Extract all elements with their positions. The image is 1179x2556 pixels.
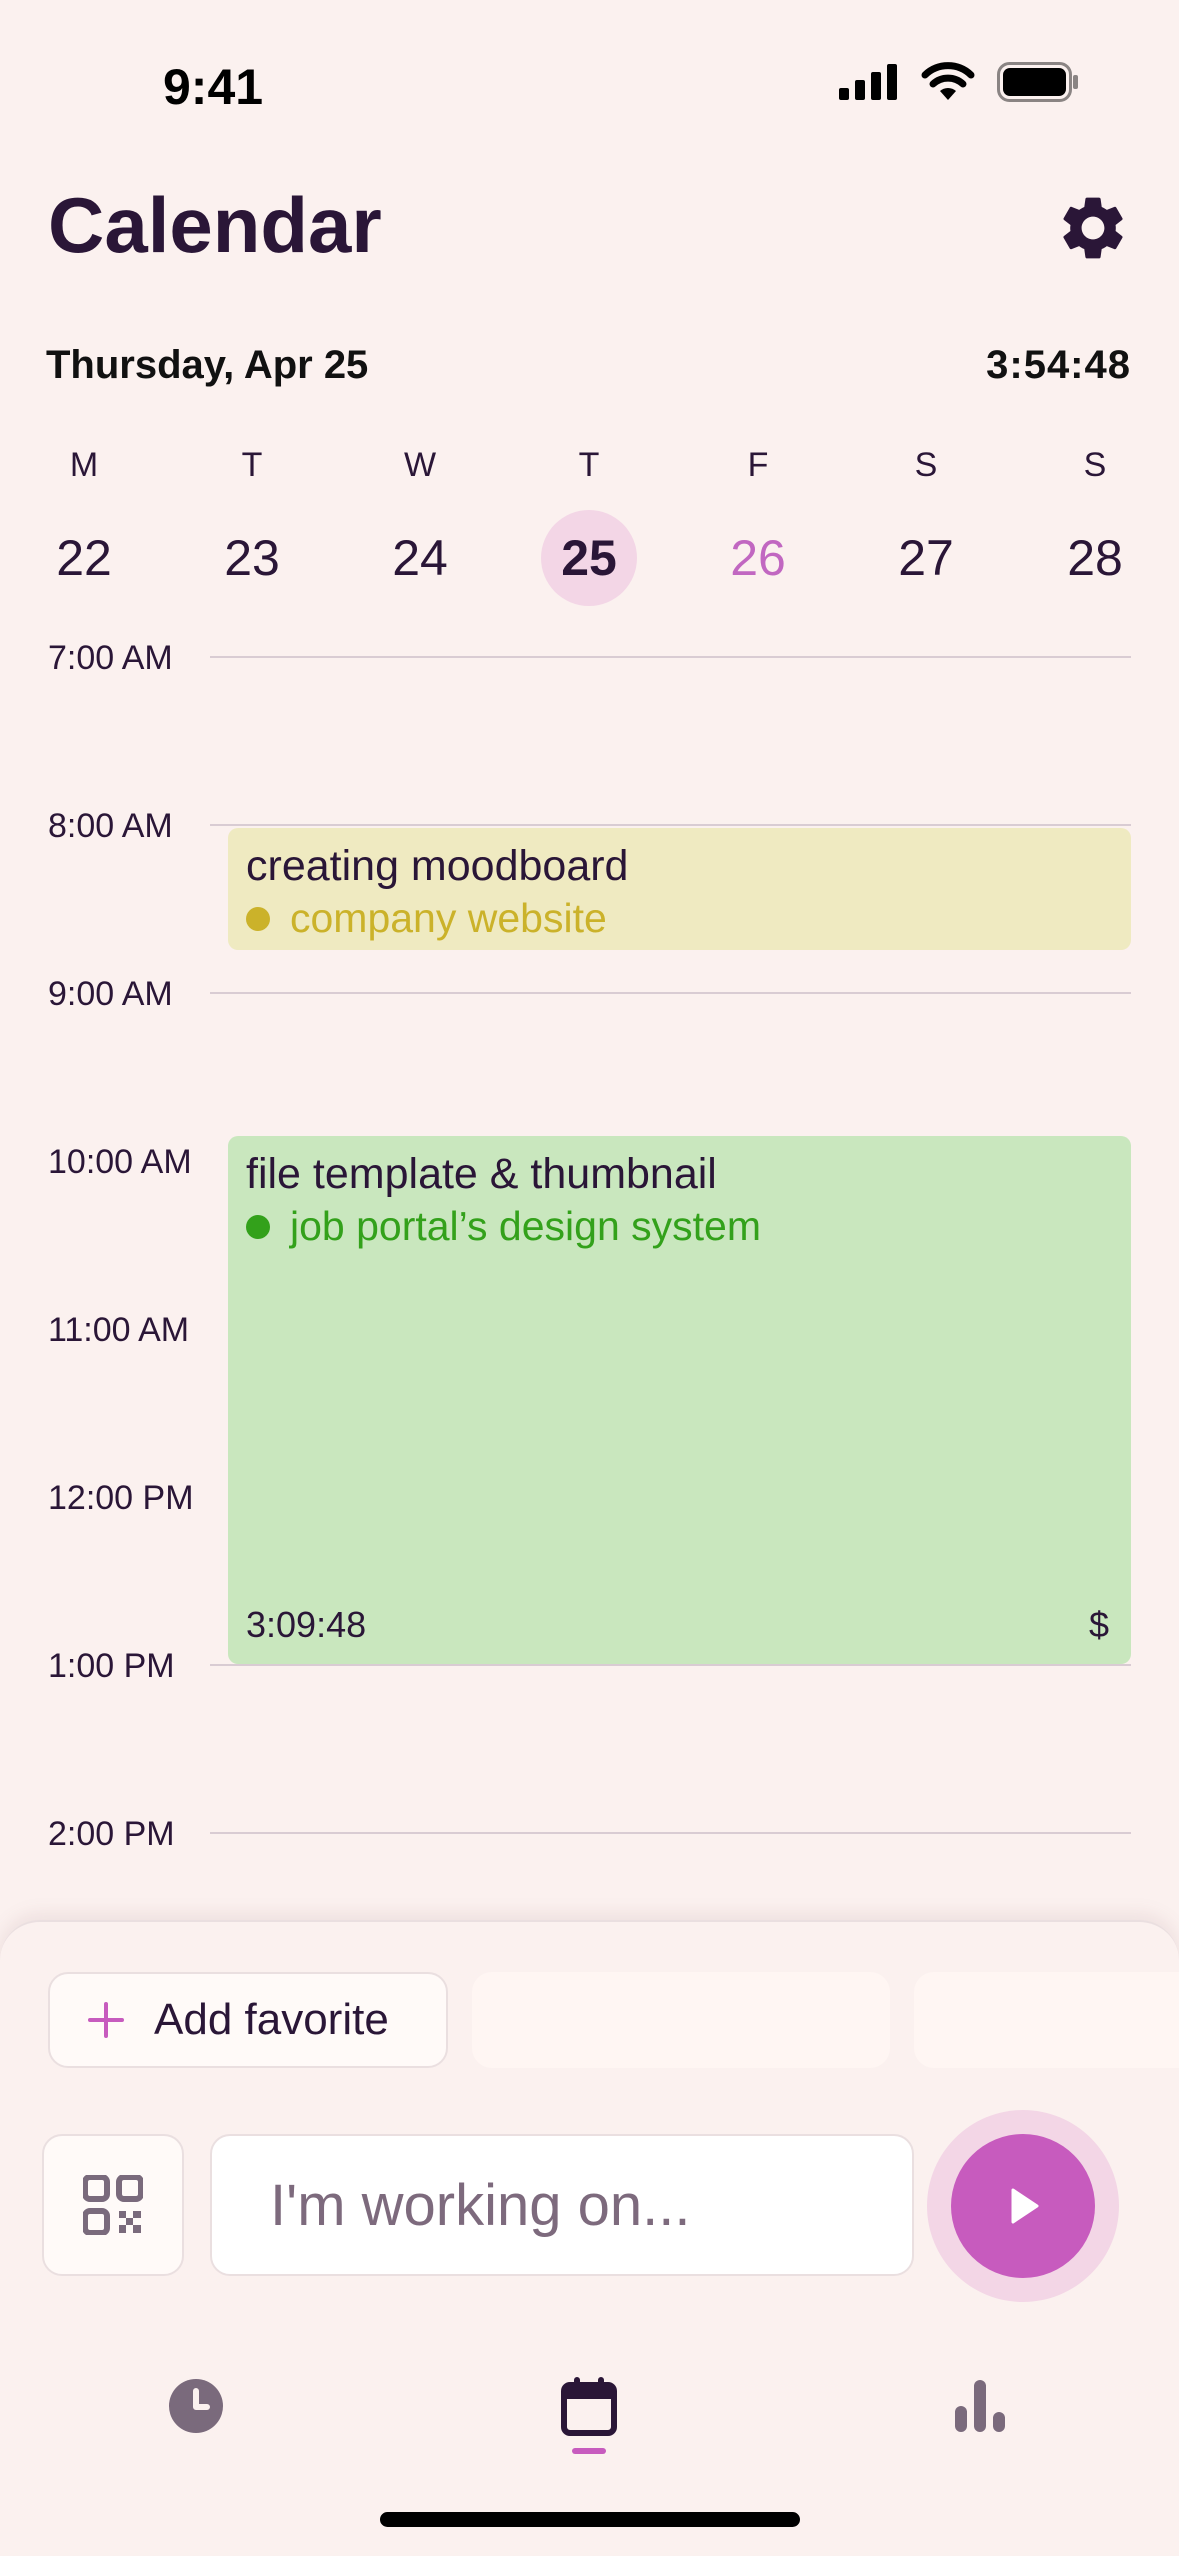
running-timer: 3:54:48 — [986, 343, 1131, 387]
favorite-slot[interactable] — [472, 1972, 890, 2068]
hour-label: 1:00 PM — [48, 1647, 175, 1685]
day-number: 28 — [1067, 530, 1123, 586]
day-number-selected: 25 — [541, 510, 637, 606]
day-number: 26 — [730, 530, 786, 586]
day-tuesday[interactable]: T 23 — [192, 440, 312, 606]
plus-icon — [88, 2002, 124, 2038]
event-footer: 3:09:48 $ — [246, 1604, 1109, 1646]
hour-line — [210, 656, 1131, 658]
day-letter: M — [69, 446, 99, 484]
gear-icon — [1063, 197, 1123, 259]
day-letter: T — [241, 446, 263, 484]
bar-chart-icon — [955, 2380, 1005, 2432]
status-time: 9:41 — [163, 59, 264, 115]
active-tab-indicator — [572, 2448, 606, 2454]
add-favorite-label: Add favorite — [154, 1995, 389, 2044]
hour-label: 9:00 AM — [48, 975, 173, 1013]
day-wednesday[interactable]: W 24 — [360, 440, 480, 606]
cellular-signal-icon — [839, 64, 897, 100]
day-sunday[interactable]: S 28 — [1035, 440, 1155, 606]
event-title: creating moodboard — [246, 842, 629, 890]
task-description-input[interactable]: I'm working on... — [210, 2134, 914, 2276]
day-letter: S — [1083, 446, 1107, 484]
day-letter: F — [747, 446, 769, 484]
project-color-dot — [246, 906, 270, 931]
favorite-slot[interactable] — [914, 1972, 1179, 2068]
selected-date: Thursday, Apr 25 — [46, 343, 369, 387]
event-block[interactable]: creating moodboard company website — [228, 828, 1131, 950]
hour-label: 8:00 AM — [48, 807, 173, 845]
qr-code-button[interactable] — [42, 2134, 184, 2276]
wifi-icon — [921, 62, 975, 100]
billable-icon: $ — [1088, 1604, 1109, 1645]
event-project-name: job portal’s design system — [290, 1203, 761, 1249]
event-project-name: company website — [290, 895, 607, 941]
day-letter: W — [403, 446, 437, 484]
day-saturday[interactable]: S 27 — [866, 440, 986, 606]
event-title: file template & thumbnail — [246, 1150, 717, 1198]
hour-label: 10:00 AM — [48, 1143, 192, 1181]
play-icon — [1011, 2188, 1039, 2224]
hour-line — [210, 1664, 1131, 1666]
settings-button[interactable] — [1055, 190, 1131, 266]
status-icons — [839, 62, 1079, 102]
start-timer-button[interactable] — [951, 2134, 1095, 2278]
day-friday[interactable]: F 26 — [698, 440, 818, 606]
add-favorite-button[interactable]: Add favorite — [48, 1972, 448, 2068]
hour-line — [210, 1832, 1131, 1834]
tab-reports[interactable] — [940, 2366, 1020, 2446]
tab-timer[interactable] — [156, 2366, 236, 2446]
hour-label: 12:00 PM — [48, 1479, 194, 1517]
day-letter: S — [914, 446, 938, 484]
tab-calendar[interactable] — [549, 2366, 629, 2446]
battery-icon — [997, 62, 1078, 102]
event-block[interactable]: file template & thumbnail job portal’s d… — [228, 1136, 1131, 1664]
event-project: job portal’s design system — [246, 1203, 1113, 1250]
hour-line — [210, 992, 1131, 994]
day-number: 23 — [224, 530, 280, 586]
home-indicator — [380, 2512, 800, 2527]
hour-label: 7:00 AM — [48, 639, 173, 677]
week-strip: M 22 T 23 W 24 T 25 F 26 S 27 S 28 — [0, 440, 1179, 610]
event-duration: 3:09:48 — [246, 1604, 367, 1645]
hour-label: 2:00 PM — [48, 1815, 175, 1853]
clock-icon — [169, 2379, 223, 2433]
day-number: 27 — [898, 530, 954, 586]
hour-label: 11:00 AM — [48, 1311, 190, 1349]
day-thursday[interactable]: T 25 — [529, 440, 649, 606]
calendar-icon — [561, 2377, 617, 2436]
day-number: 22 — [56, 530, 112, 586]
page-title: Calendar — [48, 181, 382, 269]
project-color-dot — [246, 1214, 270, 1239]
hour-line — [210, 824, 1131, 826]
day-monday[interactable]: M 22 — [24, 440, 144, 606]
day-number: 24 — [392, 530, 448, 586]
event-project: company website — [246, 895, 1113, 942]
qr-code-icon — [83, 2175, 143, 2235]
day-letter: T — [578, 446, 600, 484]
